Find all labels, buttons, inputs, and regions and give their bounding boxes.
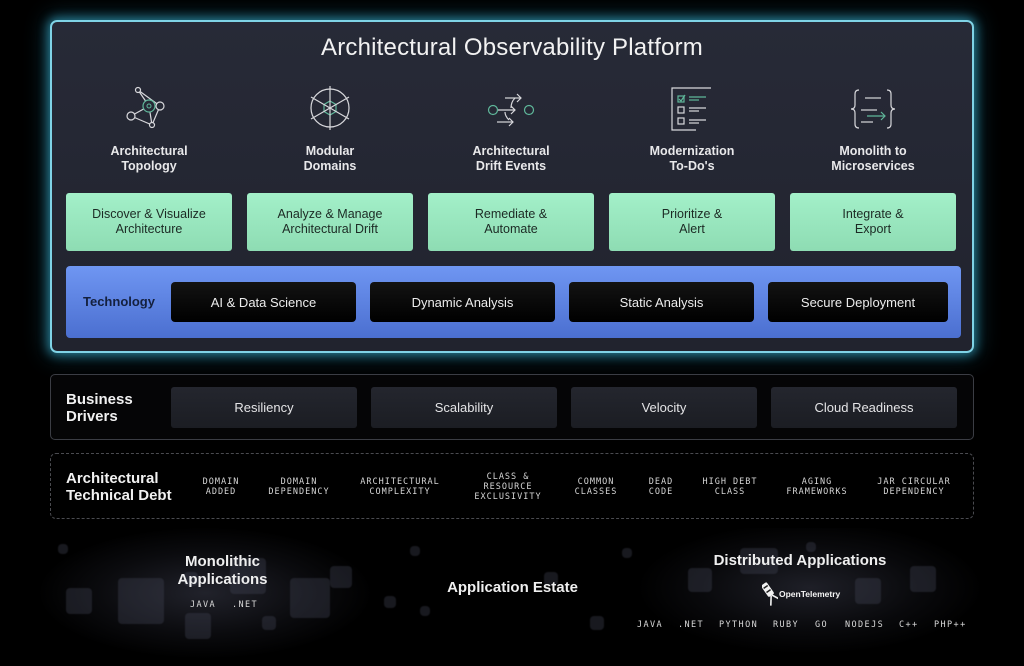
distributed-lang: JAVA [637, 620, 664, 630]
debt-architectural-complexity: ARCHITECTURAL COMPLEXITY [360, 477, 440, 497]
distributed-lang: .NET [678, 620, 705, 630]
business-drivers-row: Business Drivers Resiliency Scalability … [50, 374, 974, 440]
distributed-lang: C++ [899, 620, 919, 630]
technology-label: Technology [83, 294, 155, 309]
capability-modernization-todos: Modernization To-Do's [609, 86, 775, 174]
action-remediate-automate: Remediate & Automate [428, 193, 594, 251]
technical-debt-label: Architectural Technical Debt [66, 470, 172, 504]
decorative-tile [290, 578, 330, 618]
application-estate: Monolithic Applications JAVA .NET Applic… [0, 528, 1024, 666]
observability-platform-panel: Architectural Observability Platform Arc… [50, 20, 974, 353]
decorative-tile [262, 616, 276, 630]
decorative-tile [118, 578, 164, 624]
business-drivers-label: Business Drivers [66, 391, 133, 425]
driver-scalability: Scalability [371, 387, 557, 428]
debt-aging-frameworks: AGING FRAMEWORKS [786, 477, 848, 497]
capabilities-row: Architectural Topology Modular Domains A… [66, 86, 958, 186]
action-prioritize-alert: Prioritize & Alert [609, 193, 775, 251]
debt-common-classes: COMMON CLASSES [574, 477, 618, 497]
opentelemetry-badge: OpenTelemetry [762, 582, 840, 606]
modular-domains-icon [310, 86, 350, 130]
capability-modular-domains: Modular Domains [247, 86, 413, 174]
capability-drift-events: Architectural Drift Events [428, 86, 594, 174]
distributed-lang: RUBY [773, 620, 800, 630]
decorative-tile [688, 568, 712, 592]
capability-label: Modular Domains [303, 144, 357, 173]
action-integrate-export: Integrate & Export [790, 193, 956, 251]
application-estate-title: Application Estate [447, 579, 578, 596]
action-analyze-manage: Analyze & Manage Architectural Drift [247, 193, 413, 251]
debt-domain-added: DOMAIN ADDED [202, 477, 240, 497]
debt-dead-code: DEAD CODE [648, 477, 674, 497]
capability-monolith-to-microservices: Monolith to Microservices [790, 86, 956, 174]
decorative-tile [185, 613, 211, 639]
decorative-tile [410, 546, 420, 556]
monolithic-applications-title: Monolithic Applications [177, 553, 268, 588]
driver-resiliency: Resiliency [171, 387, 357, 428]
capability-label: Architectural Drift Events [472, 144, 550, 173]
decorative-tile [330, 566, 352, 588]
tech-dynamic-analysis: Dynamic Analysis [370, 282, 555, 322]
technology-bar: Technology AI & Data Science Dynamic Ana… [66, 266, 961, 338]
driver-velocity: Velocity [571, 387, 757, 428]
decorative-tile [590, 616, 604, 630]
decorative-tile [420, 606, 430, 616]
platform-title: Architectural Observability Platform [321, 34, 703, 61]
topology-icon [126, 86, 165, 129]
driver-cloud-readiness: Cloud Readiness [771, 387, 957, 428]
telescope-icon [762, 582, 778, 606]
decorative-tile [384, 596, 396, 608]
debt-jar-circular-dependency: JAR CIRCULAR DEPENDENCY [877, 477, 951, 497]
monolithic-lang-java: JAVA [190, 600, 217, 610]
capability-label: Modernization To-Do's [649, 144, 735, 173]
distributed-lang: GO [815, 620, 829, 630]
decorative-tile [58, 544, 68, 554]
decorative-tile [66, 588, 92, 614]
todo-checklist-icon [671, 87, 711, 131]
decorative-tile [855, 578, 881, 604]
tech-static-analysis: Static Analysis [569, 282, 754, 322]
braces-arrow-icon [850, 89, 896, 129]
tech-secure-deployment: Secure Deployment [768, 282, 948, 322]
drift-events-icon [487, 93, 535, 127]
opentelemetry-label: OpenTelemetry [779, 589, 841, 599]
distributed-lang: PHP++ [934, 620, 967, 630]
distributed-lang: PYTHON [719, 620, 759, 630]
capability-architectural-topology: Architectural Topology [66, 86, 232, 174]
debt-high-debt-class: HIGH DEBT CLASS [702, 477, 758, 497]
decorative-tile [806, 542, 816, 552]
debt-domain-dependency: DOMAIN DEPENDENCY [268, 477, 330, 497]
technical-debt-row: Architectural Technical Debt DOMAIN ADDED… [50, 453, 974, 519]
decorative-tile [910, 566, 936, 592]
distributed-lang: NODEJS [845, 620, 885, 630]
distributed-applications-title: Distributed Applications [713, 552, 887, 569]
action-discover-visualize: Discover & Visualize Architecture [66, 193, 232, 251]
actions-row: Discover & Visualize Architecture Analyze… [66, 193, 958, 251]
debt-class-resource-exclusivity: CLASS & RESOURCE EXCLUSIVITY [474, 472, 542, 502]
tech-ai-data-science: AI & Data Science [171, 282, 356, 322]
capability-label: Monolith to Microservices [831, 144, 915, 173]
capability-label: Architectural Topology [110, 144, 188, 173]
decorative-tile [622, 548, 632, 558]
monolithic-lang-dotnet: .NET [232, 600, 259, 610]
